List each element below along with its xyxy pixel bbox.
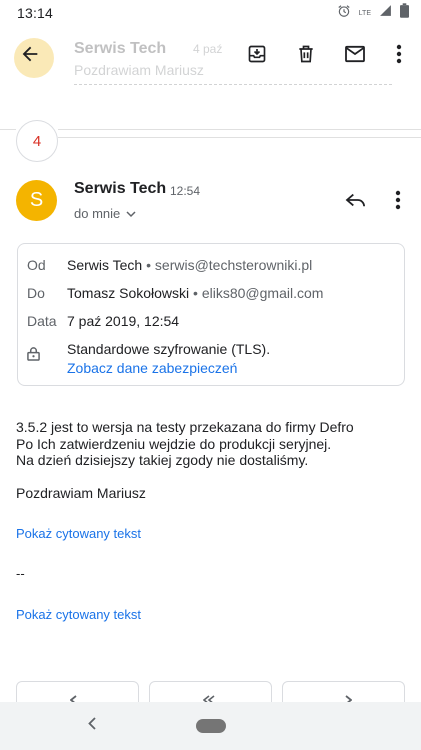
sender-name: Serwis Tech bbox=[74, 180, 167, 197]
more-options-button[interactable] bbox=[383, 40, 415, 72]
to-email: eliks80@gmail.com bbox=[201, 285, 324, 301]
chevron-up-icon bbox=[126, 206, 136, 221]
date-label: Data bbox=[27, 313, 57, 329]
status-bar: 13:14 LTE bbox=[0, 0, 421, 26]
navigation-bar bbox=[0, 702, 421, 750]
show-quoted-text-link[interactable]: Pokaż cytowany tekst bbox=[16, 526, 141, 541]
mark-unread-button[interactable] bbox=[339, 40, 371, 72]
to-name: Tomasz Sokołowski bbox=[67, 285, 190, 301]
message-body: 3.5.2 jest to wersja na testy przekazana… bbox=[16, 419, 406, 501]
security-text: Standardowe szyfrowanie (TLS). bbox=[67, 341, 271, 357]
status-icons: LTE bbox=[337, 3, 409, 23]
status-time: 13:14 bbox=[17, 5, 54, 21]
delete-button[interactable] bbox=[290, 40, 322, 72]
recipient-details-toggle[interactable]: do mnie bbox=[74, 206, 136, 221]
body-line: Po Ich zatwierdzeniu wejdzie do produkcj… bbox=[16, 435, 332, 452]
from-email: serwis@techsterowniki.pl bbox=[154, 257, 313, 273]
signature: Pozdrawiam Mariusz bbox=[16, 484, 146, 501]
message-details-card: Od Serwis Tech • serwis@techsterowniki.p… bbox=[17, 243, 405, 386]
body-line: Na dzień dzisiejszy takiej zgody nie dos… bbox=[16, 452, 309, 468]
lock-icon bbox=[27, 346, 40, 366]
alarm-icon bbox=[337, 4, 351, 23]
archive-button[interactable] bbox=[241, 40, 273, 72]
from-value: Serwis Tech • serwis@techsterowniki.pl bbox=[67, 257, 313, 273]
signal-icon bbox=[379, 4, 392, 22]
divider bbox=[0, 129, 16, 130]
network-type: LTE bbox=[358, 9, 371, 17]
from-label: Od bbox=[27, 257, 46, 273]
more-vert-icon bbox=[395, 190, 401, 215]
body-line: 3.5.2 jest to wersja na testy przekazana… bbox=[16, 419, 354, 435]
delete-icon bbox=[296, 44, 316, 69]
nav-back-button[interactable] bbox=[82, 716, 102, 736]
battery-icon bbox=[400, 3, 409, 23]
to-value: Tomasz Sokołowski • eliks80@gmail.com bbox=[67, 285, 324, 301]
divider bbox=[58, 137, 421, 138]
message-date: 4 paź bbox=[193, 42, 223, 56]
nav-home-button[interactable] bbox=[196, 719, 226, 733]
divider bbox=[74, 84, 392, 85]
reply-button[interactable] bbox=[340, 186, 372, 218]
back-button[interactable] bbox=[14, 40, 46, 72]
security-details-link[interactable]: Zobacz dane zabezpieczeń bbox=[67, 360, 237, 376]
to-label: Do bbox=[27, 285, 45, 301]
message-more-button[interactable] bbox=[382, 186, 414, 218]
message-time: 12:54 bbox=[170, 184, 201, 198]
divider bbox=[58, 129, 421, 130]
archive-icon bbox=[247, 44, 267, 69]
signature-separator: -- bbox=[16, 566, 25, 581]
chevron-left-icon bbox=[88, 717, 96, 735]
more-vert-icon bbox=[396, 44, 402, 69]
reply-icon bbox=[345, 191, 367, 214]
sender-name: Serwis Tech bbox=[74, 40, 167, 57]
show-quoted-text-link[interactable]: Pokaż cytowany tekst bbox=[16, 607, 141, 622]
app-bar: Serwis Tech 4 paź Pozdrawiam Mariusz bbox=[0, 26, 421, 88]
back-arrow-icon bbox=[19, 43, 41, 70]
recipient-summary: do mnie bbox=[74, 206, 121, 221]
date-value: 7 paź 2019, 12:54 bbox=[67, 313, 180, 329]
collapsed-messages-count[interactable]: 4 bbox=[16, 120, 58, 162]
from-name: Serwis Tech bbox=[67, 257, 143, 273]
avatar[interactable]: S bbox=[16, 180, 57, 221]
message-snippet: Pozdrawiam Mariusz bbox=[74, 62, 204, 78]
mail-icon bbox=[344, 45, 366, 68]
